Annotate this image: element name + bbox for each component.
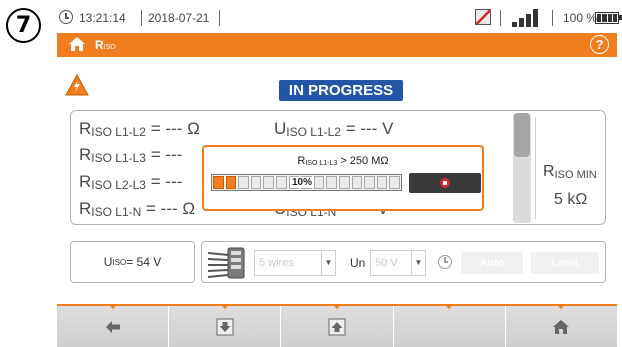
home-button[interactable]: [504, 304, 617, 347]
clock-icon: [59, 10, 73, 24]
result-riso-l1-l3: RISO L1-L3 = ---: [79, 145, 183, 165]
chevron-down-icon: ▼: [321, 251, 335, 275]
screen-title: RISO: [95, 38, 116, 52]
progress-segment: [213, 176, 224, 189]
result-riso-l1-l2: RISO L1-L2 = --- Ω: [79, 119, 200, 139]
home-icon: [553, 319, 570, 334]
uiso-value-box: U ISO = 54 V: [70, 241, 195, 283]
progress-segment: [313, 176, 325, 189]
stop-button[interactable]: [409, 173, 481, 193]
arrow-down-icon: [216, 318, 234, 335]
progress-segment: [263, 176, 274, 189]
arrow-up-icon: [328, 318, 346, 335]
status-separator: [500, 10, 501, 26]
progress-segment: [275, 176, 287, 189]
help-icon[interactable]: ?: [590, 35, 609, 54]
progress-percent: 10%: [290, 177, 315, 188]
settings-panel: 5 wires ▼ Un 50 V ▼ Auto Limit: [201, 241, 606, 283]
status-separator: [552, 10, 553, 26]
progress-segment: [364, 176, 375, 189]
status-badge: IN PROGRESS: [279, 80, 403, 101]
signal-strength-icon: [512, 9, 542, 27]
auto-button[interactable]: Auto: [461, 252, 523, 274]
stop-icon: [440, 178, 450, 188]
result-riso-l2-l3: RISO L2-L3 = ---: [79, 172, 183, 192]
home-icon[interactable]: [68, 36, 86, 52]
battery-percent: 100 %: [563, 11, 598, 25]
bottom-toolbar: [57, 304, 617, 347]
empty-button: [392, 304, 505, 347]
status-separator: [219, 10, 220, 26]
warning-icon: [65, 74, 89, 96]
battery-icon: [595, 12, 622, 24]
progress-segment: [351, 176, 363, 189]
progress-segment: [225, 176, 237, 189]
timer-icon[interactable]: [438, 255, 452, 269]
progress-segment: [389, 176, 400, 189]
progress-segment: [326, 176, 337, 189]
title-bar: RISO ?: [57, 33, 617, 57]
result-uiso-l1-l2: UISO L1-L2 = --- V: [274, 119, 394, 139]
results-scrollbar[interactable]: [513, 113, 531, 223]
riso-min-value: 5 kΩ: [554, 191, 588, 208]
progress-segment: [338, 176, 350, 189]
scroll-down-button[interactable]: [168, 304, 280, 347]
un-label: Un: [350, 256, 366, 270]
chevron-down-icon: ▼: [411, 251, 425, 275]
status-time: 13:21:14: [79, 11, 126, 25]
progress-segment: [238, 176, 249, 189]
progress-segment: [250, 176, 262, 189]
un-select[interactable]: 50 V ▼: [370, 250, 426, 276]
status-date: 2018-07-21: [148, 11, 210, 25]
progress-segment: [376, 176, 388, 189]
panel-divider: [535, 117, 536, 219]
scroll-up-button[interactable]: [280, 304, 392, 347]
wires-select[interactable]: 5 wires ▼: [254, 250, 336, 276]
limit-button[interactable]: Limit: [531, 252, 599, 274]
result-riso-l1-n: RISO L1-N = --- Ω: [79, 199, 196, 219]
status-separator: [141, 10, 142, 26]
adapter-icon: [207, 247, 245, 279]
progress-limit-text: RISO L1-L3 > 250 MΩ: [297, 155, 389, 167]
no-connection-icon: [475, 9, 491, 25]
scrollbar-thumb[interactable]: [514, 113, 530, 157]
step-number-badge: 7: [6, 8, 41, 43]
device-status-bar: 13:21:14 2018-07-21 100 % ⏚: [57, 8, 622, 30]
riso-min-label: RISO MIN: [543, 163, 597, 181]
arrow-left-icon: [105, 320, 120, 333]
progress-dialog: RISO L1-L3 > 250 MΩ 10%: [202, 145, 484, 211]
back-button[interactable]: [57, 304, 168, 347]
